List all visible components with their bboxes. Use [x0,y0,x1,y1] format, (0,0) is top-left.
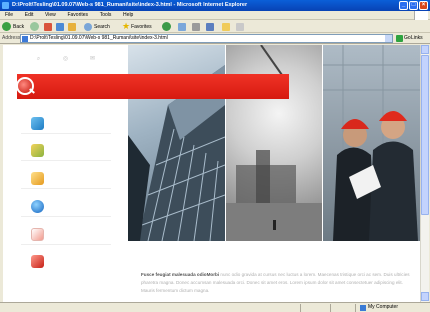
status-divider [300,304,301,312]
go-arrow-icon [396,35,403,42]
zone-indicator: My Computer [360,303,398,312]
mail-icon[interactable]: ✉ [89,56,96,62]
address-bar: Address D:\Prolt\Tesling\01.09.07\Web-s … [0,33,430,44]
history-icon [162,22,171,31]
nav-item-1[interactable] [21,114,111,134]
go-label: Go [404,35,411,41]
vertical-scrollbar[interactable] [420,45,429,302]
toolbar: Back Search ★ Favorites [0,20,430,33]
box-icon [31,172,44,185]
address-label: Address [2,35,21,41]
forward-arrow-icon [30,22,39,31]
brand-banner [17,74,289,99]
menu-favorites[interactable]: Favorites [62,11,93,20]
title-bar[interactable]: D:\Prolt\Tesling\01.09.07\Web-s 981_Ruma… [0,0,430,11]
search-button[interactable]: Search [84,21,110,32]
history-button[interactable] [162,21,173,32]
browser-window: D:\Prolt\Tesling\01.09.07\Web-s 981_Ruma… [0,0,430,312]
back-button[interactable]: Back [2,21,24,32]
menu-view[interactable]: View [40,11,61,20]
refresh-button[interactable] [56,21,64,32]
sitemap-icon[interactable]: ◎ [62,56,69,62]
page-icon [22,36,28,42]
edit-button[interactable] [206,21,214,32]
favorites-button[interactable]: ★ Favorites [122,21,152,32]
search-label: Search [94,23,110,30]
menu-tools[interactable]: Tools [95,11,117,20]
ie-icon [2,2,9,9]
top-icon-row: ⌕ ◎ ✉ [35,56,96,62]
mail-icon [178,22,186,31]
zone-label: My Computer [368,304,399,310]
stop-icon [44,22,52,31]
search-icon[interactable]: ⌕ [35,56,42,62]
status-divider [355,304,356,312]
scroll-down-button[interactable] [421,292,429,301]
messenger-button[interactable] [236,21,244,32]
menu-bar: File Edit View Favorites Tools Help [0,11,430,20]
print-button[interactable] [192,21,200,32]
folder-icon [222,22,230,31]
address-url: D:\Prolt\Tesling\01.09.07\Web-s 981_Ruma… [30,35,168,41]
intro-paragraph: Fusce feugiat malesuada odioMorbi nunc o… [141,271,417,295]
stack-icon [31,144,44,157]
menu-help[interactable]: Help [118,11,138,20]
nav-item-2[interactable] [21,141,111,161]
folder-button[interactable] [222,21,230,32]
menu-edit[interactable]: Edit [20,11,39,20]
engineers-photo [323,45,420,241]
box-red-icon [31,255,44,268]
print-icon [192,22,200,31]
menu-file[interactable]: File [0,11,18,20]
maximize-button[interactable]: □ [409,1,418,10]
mail-button[interactable] [178,21,186,32]
book-icon [31,117,44,130]
star-icon: ★ [122,21,131,31]
page-viewport: ⌕ ◎ ✉ Fusce feugiat malesuada odioMorbi … [3,45,420,302]
nav-item-6[interactable] [21,252,111,272]
home-icon [68,22,76,31]
address-dropdown-icon[interactable] [385,35,392,42]
window-title: D:\Prolt\Tesling\01.09.07\Web-s 981_Ruma… [12,2,248,8]
globe-icon [31,200,44,213]
intro-lead: Fusce feugiat malesuada odioMorbi [141,272,220,277]
scroll-thumb[interactable] [421,55,429,215]
status-divider [330,304,331,312]
nav-item-3[interactable] [21,169,111,189]
go-button[interactable]: Go [396,33,411,44]
links-button[interactable]: Links [411,33,423,44]
address-input[interactable]: D:\Prolt\Tesling\01.09.07\Web-s 981_Ruma… [20,34,393,43]
messenger-icon [236,22,244,31]
windows-logo-icon [414,11,428,20]
back-arrow-icon [2,22,11,31]
forward-button[interactable] [30,21,41,32]
logo-icon[interactable] [16,77,34,95]
edit-icon [206,22,214,31]
nav-item-5[interactable] [21,225,111,245]
search-icon [84,22,92,31]
status-bar: My Computer [0,302,430,312]
nav-item-4[interactable] [21,197,111,217]
scroll-up-button[interactable] [421,45,429,54]
favorites-label: Favorites [131,23,152,30]
tools-icon [31,228,44,241]
close-button[interactable]: × [419,1,428,10]
home-button[interactable] [68,21,76,32]
minimize-button[interactable]: _ [399,1,408,10]
computer-icon [360,304,366,311]
back-label: Back [13,23,25,30]
refresh-icon [56,22,64,31]
stop-button[interactable] [44,21,52,32]
